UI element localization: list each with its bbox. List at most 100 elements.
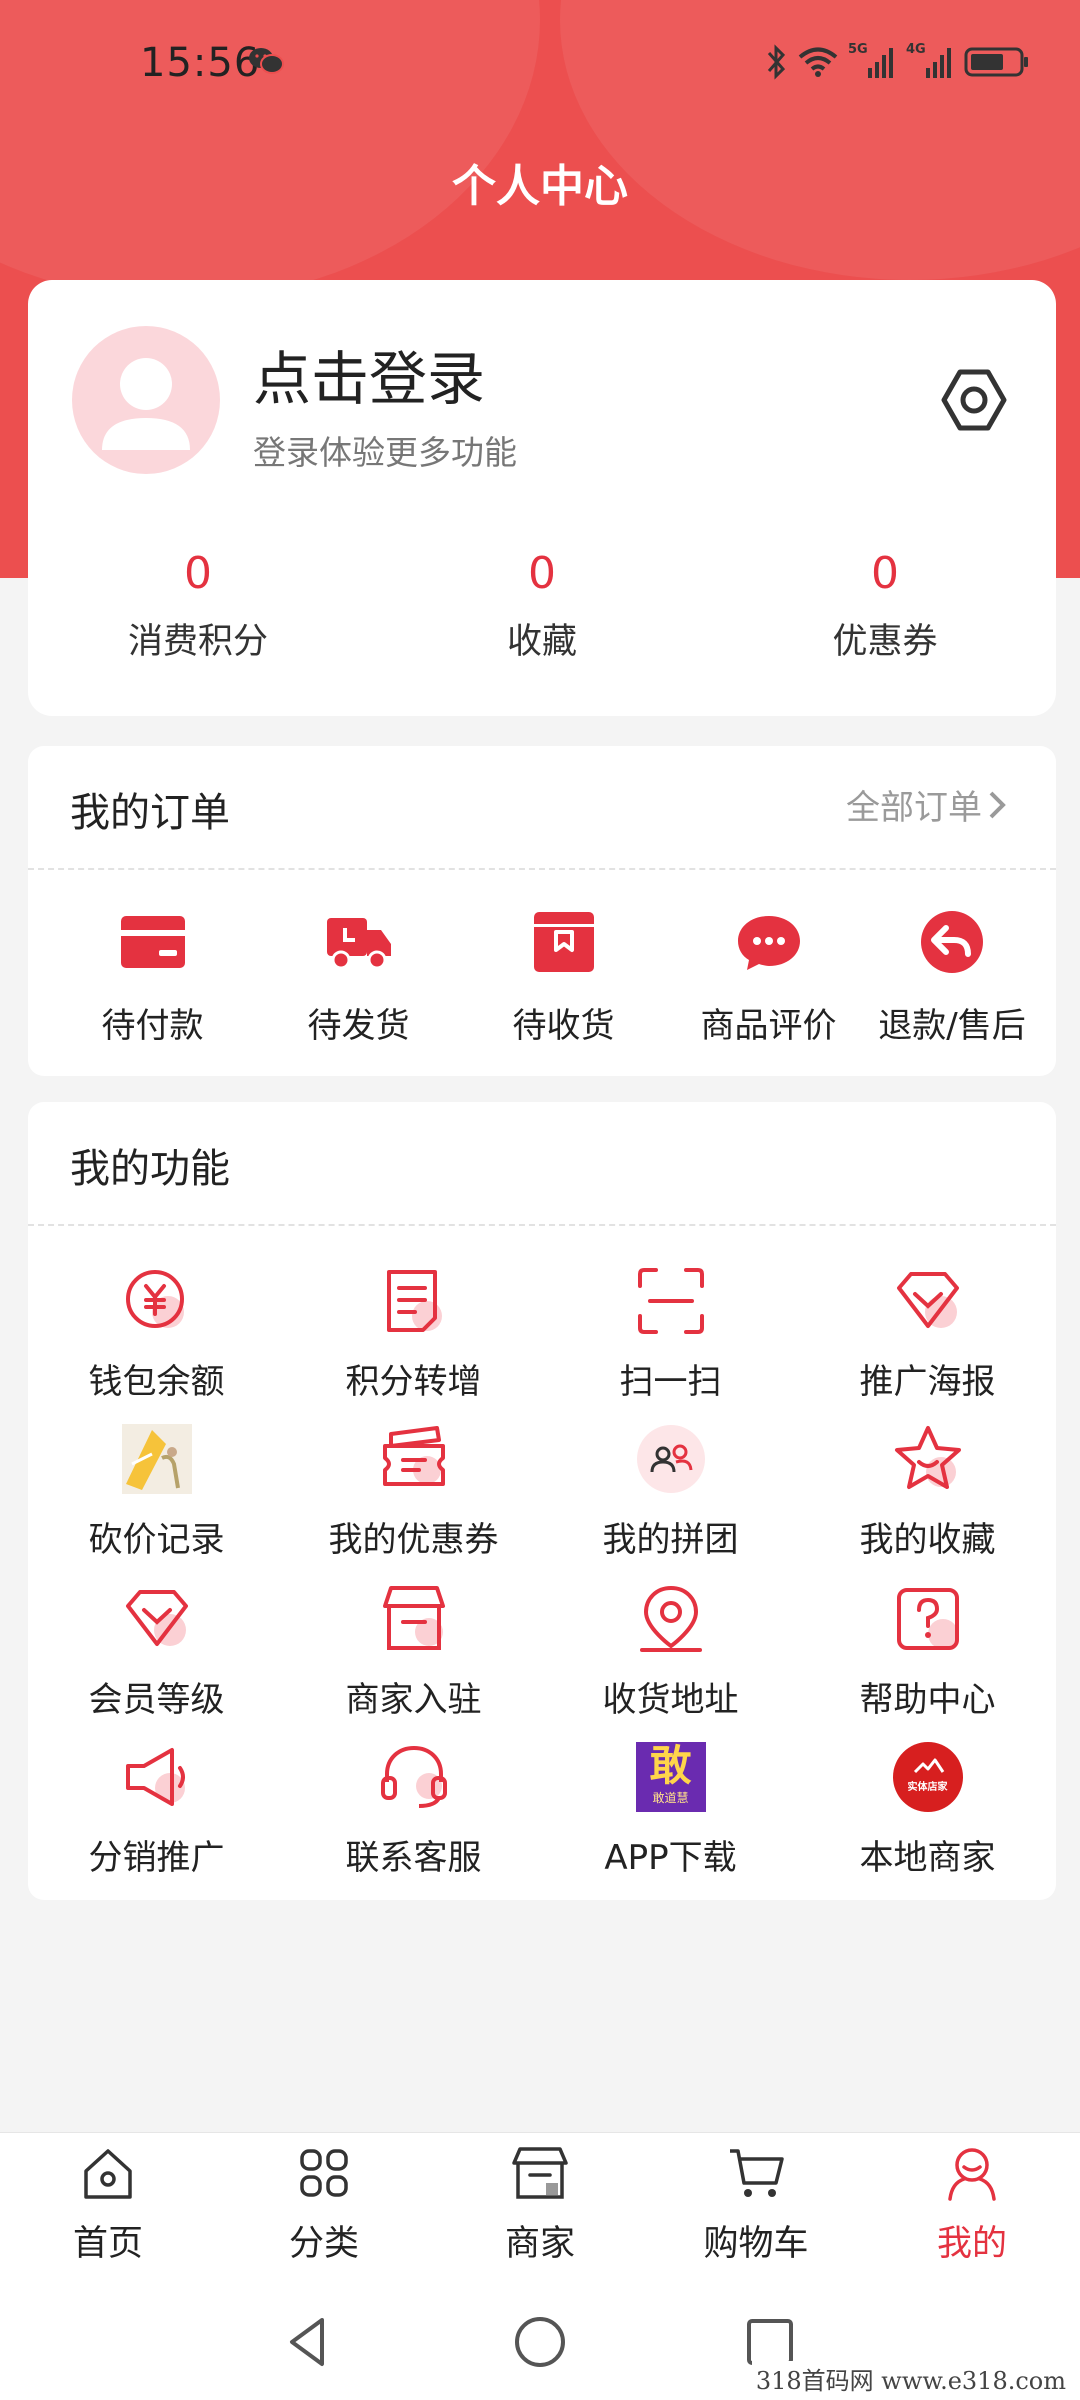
stat-label: 收藏 xyxy=(506,622,577,662)
order-label: 待发货 xyxy=(307,1006,410,1046)
coupon-icon xyxy=(382,1426,445,1486)
func-wallet[interactable]: 钱包余额 xyxy=(28,1266,285,1403)
func-label: 砍价记录 xyxy=(88,1520,225,1560)
cell-signal-4g-icon: 4G xyxy=(906,42,954,80)
func-app-download[interactable]: 敢 敢道慧 APP下载 xyxy=(542,1742,799,1879)
back-icon[interactable] xyxy=(278,2312,338,2372)
all-orders-label: 全部订单 xyxy=(846,788,982,828)
func-label: 积分转增 xyxy=(345,1362,482,1402)
func-scan[interactable]: 扫一扫 xyxy=(542,1266,799,1403)
settings-icon[interactable] xyxy=(938,364,1010,436)
store-icon xyxy=(382,1586,445,1650)
home-nav-icon[interactable] xyxy=(510,2312,570,2372)
tab-cart[interactable]: 购物车 xyxy=(648,2143,864,2266)
local-store-logo-icon: 实体店家 xyxy=(892,1742,963,1812)
tab-label: 首页 xyxy=(72,2224,143,2264)
shop-icon xyxy=(512,2147,568,2199)
orders-title: 我的订单 xyxy=(70,790,230,836)
func-my-favorites[interactable]: 我的收藏 xyxy=(799,1424,1056,1561)
func-local-merchants[interactable]: 实体店家 本地商家 xyxy=(799,1742,1056,1879)
wifi-icon xyxy=(798,47,838,77)
profile-card: 点击登录 登录体验更多功能 0 消费积分 0 收藏 0 优惠券 xyxy=(28,280,1056,716)
battery-icon xyxy=(964,47,1028,77)
order-pending-receipt[interactable]: 待收货 xyxy=(461,908,666,1047)
order-refund[interactable]: 退款/售后 xyxy=(852,908,1052,1047)
login-prompt[interactable]: 点击登录 xyxy=(253,332,485,416)
watermark: 318首码网 www.e318.com xyxy=(751,2361,1070,2396)
func-address[interactable]: 收货地址 xyxy=(542,1584,799,1721)
tab-label: 分类 xyxy=(288,2224,359,2264)
order-review[interactable]: 商品评价 xyxy=(666,908,871,1047)
profile-icon xyxy=(948,2148,996,2201)
default-avatar-icon xyxy=(102,358,190,450)
bargain-image-icon xyxy=(121,1424,192,1494)
stat-label: 优惠券 xyxy=(832,622,938,662)
func-label: 收货地址 xyxy=(602,1680,739,1720)
page-title: 个人中心 xyxy=(452,161,628,212)
wallet-yen-icon xyxy=(125,1270,184,1328)
cell-signal-5g-icon: 5G xyxy=(848,42,896,80)
stat-coupons[interactable]: 0 优惠券 xyxy=(755,548,1015,664)
group-icon xyxy=(636,1425,705,1493)
func-my-coupons[interactable]: 我的优惠券 xyxy=(285,1424,542,1561)
func-customer-service[interactable]: 联系客服 xyxy=(285,1742,542,1879)
functions-card: 我的功能 钱包余额 积分转增 扫一扫 推广海报 砍价记录 我的优惠券 我的拼团 … xyxy=(28,1102,1056,1900)
login-subtitle: 登录体验更多功能 xyxy=(253,433,517,472)
func-points-transfer[interactable]: 积分转增 xyxy=(285,1266,542,1403)
func-label: 商家入驻 xyxy=(345,1680,482,1720)
order-label: 待收货 xyxy=(512,1006,615,1046)
bottom-tab-bar: 首页 分类 商家 购物车 我的 xyxy=(0,2132,1080,2282)
func-label: 我的收藏 xyxy=(859,1520,996,1560)
help-icon xyxy=(896,1588,959,1650)
headset-icon xyxy=(380,1745,447,1808)
func-help[interactable]: 帮助中心 xyxy=(799,1584,1056,1721)
order-pending-payment[interactable]: 待付款 xyxy=(50,908,255,1047)
status-time: 15:56 xyxy=(140,40,261,86)
func-distribution[interactable]: 分销推广 xyxy=(28,1742,285,1879)
orders-card: 我的订单 全部订单 待付款 待发货 待收货 商品评价 退款/售后 xyxy=(28,746,1056,1076)
stat-points[interactable]: 0 消费积分 xyxy=(68,548,328,664)
func-group-buy[interactable]: 我的拼团 xyxy=(542,1424,799,1561)
wechat-icon xyxy=(249,48,284,74)
tab-label: 我的 xyxy=(936,2224,1007,2264)
megaphone-icon xyxy=(125,1748,185,1806)
app-logo-icon: 敢 敢道慧 xyxy=(635,1742,706,1812)
avatar[interactable] xyxy=(72,326,220,474)
stat-value: 0 xyxy=(184,548,212,599)
chevron-right-icon xyxy=(989,791,1006,818)
func-label: 会员等级 xyxy=(88,1680,225,1720)
stat-favorites[interactable]: 0 收藏 xyxy=(412,548,672,664)
func-label: 推广海报 xyxy=(859,1362,996,1402)
func-label: 帮助中心 xyxy=(859,1680,996,1720)
stat-value: 0 xyxy=(871,548,899,599)
diamond-icon xyxy=(896,1272,959,1328)
star-icon xyxy=(894,1426,961,1489)
member-level-icon xyxy=(125,1590,188,1646)
tab-mine[interactable]: 我的 xyxy=(864,2143,1080,2266)
func-bargain[interactable]: 砍价记录 xyxy=(28,1424,285,1561)
tab-category[interactable]: 分类 xyxy=(216,2143,432,2266)
order-label: 待付款 xyxy=(101,1006,204,1046)
package-icon xyxy=(533,912,594,972)
stat-label: 消费积分 xyxy=(127,622,268,662)
func-poster[interactable]: 推广海报 xyxy=(799,1266,1056,1403)
bluetooth-icon xyxy=(767,44,786,80)
cart-icon xyxy=(730,2149,784,2197)
status-bar: 15:56 5G 4G xyxy=(0,0,1080,130)
divider xyxy=(28,868,1056,870)
category-icon xyxy=(300,2149,348,2197)
tab-merchants[interactable]: 商家 xyxy=(432,2143,648,2266)
order-pending-shipment[interactable]: 待发货 xyxy=(256,908,461,1047)
stat-value: 0 xyxy=(528,548,556,599)
tab-label: 商家 xyxy=(504,2224,575,2264)
divider xyxy=(28,1224,1056,1226)
order-label: 商品评价 xyxy=(700,1006,837,1046)
scan-icon xyxy=(637,1268,704,1334)
func-label: 分销推广 xyxy=(88,1838,225,1878)
func-member-level[interactable]: 会员等级 xyxy=(28,1584,285,1721)
tab-home[interactable]: 首页 xyxy=(0,2143,216,2266)
func-merchant-join[interactable]: 商家入驻 xyxy=(285,1584,542,1721)
location-pin-icon xyxy=(639,1585,702,1652)
card-icon xyxy=(120,916,185,968)
all-orders-link[interactable]: 全部订单 xyxy=(846,780,1006,829)
